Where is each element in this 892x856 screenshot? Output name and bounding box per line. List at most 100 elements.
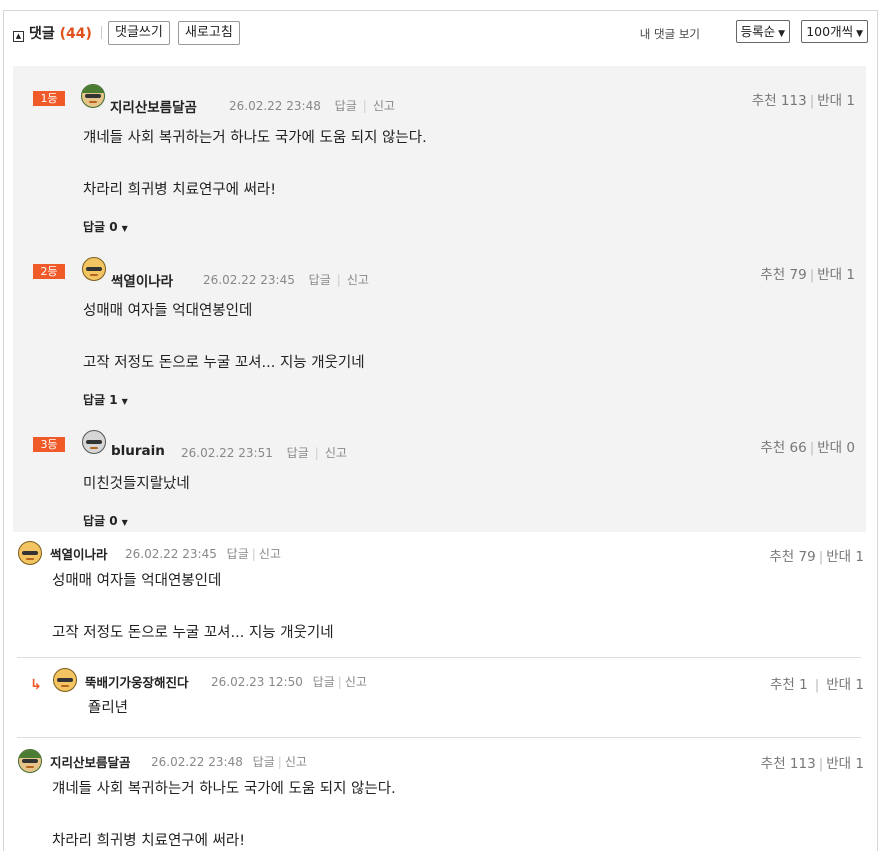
downvote-button[interactable]: 반대 1 [817, 93, 855, 109]
vote-counts: 추천 113 | 반대 1 [751, 93, 855, 109]
comment-header: ▲ 댓글 (44) 댓글쓰기 새로고침 내 댓글 보기 등록순 ▼ 100개씩 ▼ [13, 20, 868, 46]
comment-text: 죨리년 [88, 700, 129, 716]
rank-badge: 2등 [33, 264, 65, 279]
reply-link[interactable]: 답글 [313, 675, 335, 689]
upvote-count: 66 [789, 440, 807, 456]
report-link[interactable]: 신고 [347, 273, 369, 287]
avatar[interactable] [18, 749, 42, 773]
downvote-count: 1 [846, 93, 855, 109]
downvote-button[interactable]: 반대 1 [826, 549, 864, 565]
vote-counts: 추천 113 | 반대 1 [760, 756, 864, 772]
upvote-button[interactable]: 추천 79 [760, 267, 806, 283]
avatar[interactable] [82, 430, 106, 454]
vote-counts: 추천 79 | 반대 1 [769, 549, 864, 565]
comment-date: 26.02.22 23:48 [151, 755, 243, 769]
reply-link[interactable]: 답글 [335, 99, 357, 113]
username[interactable]: blurain [111, 443, 165, 459]
chevron-down-icon: ▼ [856, 29, 863, 39]
comment-item: 지리산보름달곰 26.02.22 23:48 답글 | 신고 추천 113 | 반대 1… [13, 746, 866, 856]
comment-date: 26.02.23 12:50 [211, 675, 303, 689]
replies-toggle[interactable]: 답글 1 ▼ [83, 391, 128, 408]
best-comments: 1등 지리산보름달곰 26.02.22 23:48 답글 | 신고 추천 113 | 반… [13, 66, 866, 532]
upvote-button[interactable]: 추천 79 [769, 549, 815, 565]
comment-date: 26.02.22 23:45 [125, 547, 217, 561]
comment-text: 걔네들 사회 복귀하는거 하나도 국가에 도움 되지 않는다. [83, 130, 427, 146]
username[interactable]: 뚝배기가웅장해진다 [85, 672, 189, 691]
avatar[interactable] [18, 541, 42, 565]
write-comment-button[interactable]: 댓글쓰기 [108, 21, 170, 45]
rank-badge: 1등 [33, 91, 65, 106]
downvote-count: 0 [846, 440, 855, 456]
upvote-count: 79 [798, 549, 816, 565]
report-link[interactable]: 신고 [259, 547, 281, 561]
comment-text: 차라리 희귀병 치료연구에 써라! [52, 833, 246, 849]
comment-text: 미친것들지랄났네 [83, 476, 190, 492]
chevron-down-icon: ▼ [121, 224, 128, 233]
reply-link[interactable]: 답글 [287, 446, 309, 460]
divider [17, 657, 861, 658]
best-comment: 1등 지리산보름달곰 26.02.22 23:48 답글 | 신고 추천 113 | 반… [13, 66, 866, 236]
sort-select-value: 등록순 [740, 24, 776, 39]
per-page-select[interactable]: 100개씩 ▼ [801, 20, 868, 43]
collapse-toggle-icon[interactable]: ▲ [13, 31, 24, 42]
comment-text: 걔네들 사회 복귀하는거 하나도 국가에 도움 되지 않는다. [52, 781, 396, 797]
reply-link[interactable]: 답글 [253, 755, 275, 769]
downvote-button[interactable]: 반대 1 [826, 677, 864, 693]
comment-meta: 26.02.23 12:50 답글 | 신고 [211, 675, 367, 689]
vote-counts: 추천 66 | 반대 0 [760, 440, 855, 456]
comment-title[interactable]: ▲ 댓글 (44) [13, 23, 92, 43]
avatar[interactable] [82, 257, 106, 281]
replies-toggle[interactable]: 답글 0 ▼ [83, 218, 128, 235]
reply-link[interactable]: 답글 [227, 547, 249, 561]
comment-text: 고작 저정도 돈으로 누굴 꼬셔... 지능 개웃기네 [83, 355, 365, 371]
username[interactable]: 지리산보름달곰 [110, 96, 197, 116]
report-link[interactable]: 신고 [373, 99, 395, 113]
upvote-button[interactable]: 추천 66 [760, 440, 806, 456]
downvote-count: 1 [846, 267, 855, 283]
username[interactable]: 썩열이나라 [50, 544, 108, 563]
downvote-count: 1 [855, 549, 864, 565]
per-page-select-value: 100개씩 [806, 24, 854, 39]
upvote-count: 113 [780, 93, 807, 109]
comment-meta: 26.02.22 23:48 답글 | 신고 [229, 99, 395, 113]
downvote-count: 1 [855, 756, 864, 772]
reply-link[interactable]: 답글 [309, 273, 331, 287]
comment-text: 성매매 여자들 억대연봉인데 [83, 303, 253, 319]
downvote-button[interactable]: 반대 0 [817, 440, 855, 456]
comment-title-label: 댓글 [29, 26, 55, 42]
report-link[interactable]: 신고 [345, 675, 367, 689]
divider [17, 737, 861, 738]
comment-text: 성매매 여자들 억대연봉인데 [52, 573, 222, 589]
comment-meta: 26.02.22 23:48 답글 | 신고 [151, 755, 307, 769]
vote-counts: 추천 79 | 반대 1 [760, 267, 855, 283]
upvote-count: 79 [789, 267, 807, 283]
replies-toggle[interactable]: 답글 0 ▼ [83, 512, 128, 529]
upvote-button[interactable]: 추천 1 [770, 677, 808, 693]
reply-item: ↳ 뚝배기가웅장해진다 26.02.23 12:50 답글 | 신고 추천 1 | 반대… [13, 665, 866, 740]
chevron-down-icon: ▼ [778, 29, 785, 39]
username[interactable]: 썩열이나라 [111, 270, 173, 290]
upvote-button[interactable]: 추천 113 [761, 756, 816, 772]
avatar[interactable] [53, 668, 77, 692]
rank-badge: 3등 [33, 437, 65, 452]
refresh-button[interactable]: 새로고침 [178, 21, 240, 45]
avatar[interactable] [81, 84, 105, 108]
upvote-count: 113 [789, 756, 816, 772]
downvote-button[interactable]: 반대 1 [817, 267, 855, 283]
report-link[interactable]: 신고 [325, 446, 347, 460]
downvote-count: 1 [855, 677, 864, 693]
comment-item: 썩열이나라 26.02.22 23:45 답글 | 신고 추천 79 | 반대 1 성매… [13, 539, 866, 654]
downvote-button[interactable]: 반대 1 [826, 756, 864, 772]
best-comment: 3등 blurain 26.02.22 23:51 답글 | 신고 추천 66 | 반대… [13, 411, 866, 532]
sort-select[interactable]: 등록순 ▼ [735, 20, 790, 43]
comment-count: (44) [59, 26, 92, 42]
comment-text: 차라리 희귀병 치료연구에 써라! [83, 182, 277, 198]
upvote-button[interactable]: 추천 113 [752, 93, 807, 109]
comment-text: 고작 저정도 돈으로 누굴 꼬셔... 지능 개웃기네 [52, 625, 334, 641]
username[interactable]: 지리산보름달곰 [50, 752, 131, 771]
comment-date: 26.02.22 23:45 [203, 273, 295, 287]
comment-meta: 26.02.22 23:51 답글 | 신고 [181, 446, 347, 460]
my-comments-link[interactable]: 내 댓글 보기 [640, 26, 700, 42]
report-link[interactable]: 신고 [285, 755, 307, 769]
comment-date: 26.02.22 23:51 [181, 446, 273, 460]
